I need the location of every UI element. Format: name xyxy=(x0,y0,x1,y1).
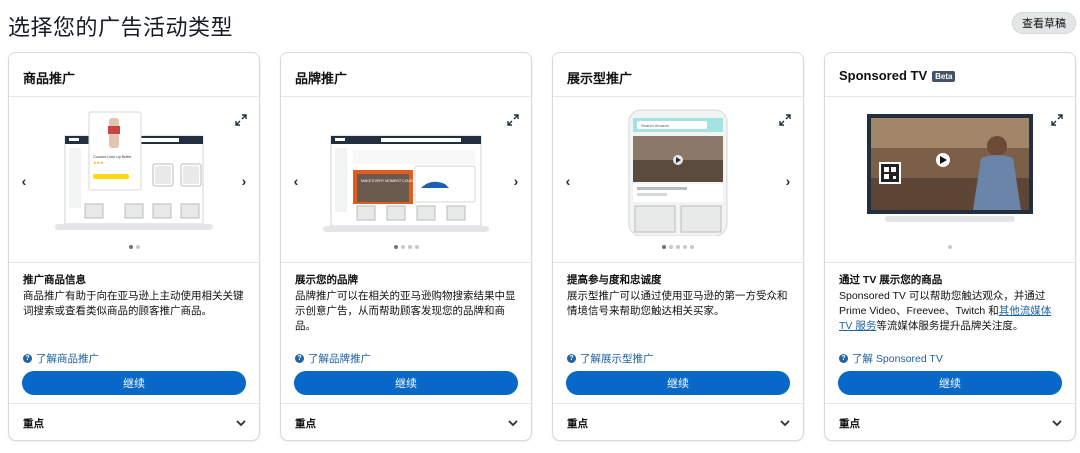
highlights-label: 重点 xyxy=(839,417,860,430)
card-description: 品牌推广可以在相关的亚马逊购物搜索结果中显示创意广告，从而帮助顾客发现您的品牌和… xyxy=(295,290,516,332)
expand-icon[interactable] xyxy=(507,114,519,126)
learn-more-label: 了解品牌推广 xyxy=(308,353,371,365)
laptop-illustration: MAKE EVERY MOMENT COUNT xyxy=(323,135,489,232)
chevron-left-icon[interactable]: ‹ xyxy=(289,172,303,190)
laptop-illustration: Coconut Lime Lip Butter ★★★ xyxy=(55,111,213,230)
highlights-label: 重点 xyxy=(23,417,44,430)
chevron-down-icon[interactable] xyxy=(779,417,791,429)
chevron-down-icon[interactable] xyxy=(507,417,519,429)
chevron-down-icon[interactable] xyxy=(235,417,247,429)
carousel-dot[interactable] xyxy=(662,245,666,249)
card-title: 品牌推广 xyxy=(295,71,348,86)
carousel-dot[interactable] xyxy=(948,245,952,249)
card-header: 商品推广 xyxy=(9,53,259,97)
help-circle-icon: ? xyxy=(23,354,32,363)
card-header: 展示型推广 xyxy=(553,53,803,97)
learn-more-link[interactable]: ? 了解品牌推广 xyxy=(295,351,371,366)
carousel-dot[interactable] xyxy=(135,245,140,249)
highlights-expander[interactable]: 重点 xyxy=(553,403,803,440)
campaign-card-sponsored-display: 展示型推广 ‹ › Search Amazon 提高参与度和忠诚度 展示型推广可… xyxy=(552,52,804,441)
page-title: 选择您的广告活动类型 xyxy=(8,15,234,40)
phone-illustration: Search Amazon xyxy=(628,109,728,236)
card-description: 展示型推广可以通过使用亚马逊的第一方受众和情境信号来帮助您触达相关买家。 xyxy=(567,290,788,317)
chevron-right-icon[interactable]: › xyxy=(509,172,523,190)
learn-more-label: 了解商品推广 xyxy=(36,353,99,365)
learn-more-link[interactable]: ? 了解商品推广 xyxy=(23,351,99,366)
campaign-card-sponsored-tv: Sponsored TV Beta 通过 TV 展示您的商品 Sponsored… xyxy=(824,52,1076,441)
carousel-dot[interactable] xyxy=(669,245,673,249)
learn-more-label: 了解展示型推广 xyxy=(580,353,654,365)
svg-text:★★★: ★★★ xyxy=(93,160,104,165)
carousel-dot[interactable] xyxy=(676,245,680,249)
card-header: 品牌推广 xyxy=(281,53,531,97)
continue-button[interactable]: 继续 xyxy=(566,371,790,395)
view-drafts-button[interactable]: 查看草稿 xyxy=(1012,12,1076,34)
card-subtitle: 通过 TV 展示您的商品 xyxy=(839,274,943,286)
card-title: 展示型推广 xyxy=(567,71,633,86)
highlights-label: 重点 xyxy=(295,417,316,430)
carousel-dots xyxy=(9,245,259,249)
image-carousel: ‹ › Coconut Lime Lip Butter ★★★ xyxy=(9,98,259,262)
expand-icon[interactable] xyxy=(1051,114,1063,126)
svg-text:Coconut Lime Lip Butter: Coconut Lime Lip Butter xyxy=(93,155,132,159)
help-circle-icon: ? xyxy=(567,354,576,363)
help-circle-icon: ? xyxy=(839,354,848,363)
beta-badge: Beta xyxy=(932,71,956,82)
carousel-dot[interactable] xyxy=(690,245,694,249)
carousel-dot[interactable] xyxy=(393,245,398,249)
campaign-card-sponsored-products: 商品推广 ‹ › Coconut Lime Lip Butter ★★★ 推广商… xyxy=(8,52,260,441)
campaign-card-sponsored-brands: 品牌推广 ‹ › MAKE EVERY MOMENT COUNT 展示您的品牌 … xyxy=(280,52,532,441)
continue-button[interactable]: 继续 xyxy=(22,371,246,395)
tv-illustration xyxy=(867,114,1033,222)
learn-more-link[interactable]: ? 了解展示型推广 xyxy=(567,351,654,366)
continue-button[interactable]: 继续 xyxy=(838,371,1062,395)
carousel-dot[interactable] xyxy=(407,245,412,249)
highlights-expander[interactable]: 重点 xyxy=(9,403,259,440)
chevron-down-icon[interactable] xyxy=(1051,417,1063,429)
svg-text:Search Amazon: Search Amazon xyxy=(641,123,669,128)
chevron-left-icon[interactable]: ‹ xyxy=(561,172,575,190)
card-subtitle: 展示您的品牌 xyxy=(295,274,358,286)
highlights-expander[interactable]: 重点 xyxy=(825,403,1075,440)
expand-icon[interactable] xyxy=(779,114,791,126)
carousel-dots xyxy=(825,245,1075,249)
carousel-dot[interactable] xyxy=(414,245,419,249)
card-title: Sponsored TV xyxy=(839,68,928,83)
learn-more-label: 了解 Sponsored TV xyxy=(852,353,943,365)
learn-more-link[interactable]: ? 了解 Sponsored TV xyxy=(839,351,943,366)
highlights-expander[interactable]: 重点 xyxy=(281,403,531,440)
image-carousel: ‹ › Search Amazon xyxy=(553,98,803,262)
highlights-label: 重点 xyxy=(567,417,588,430)
expand-icon[interactable] xyxy=(235,114,247,126)
card-description: 商品推广有助于向在亚马逊上主动使用相关关键词搜索或查看类似商品的顾客推广商品。 xyxy=(23,290,244,317)
card-subtitle: 提高参与度和忠诚度 xyxy=(567,274,662,286)
continue-button[interactable]: 继续 xyxy=(294,371,518,395)
help-circle-icon: ? xyxy=(295,354,304,363)
image-carousel xyxy=(825,98,1075,262)
carousel-dot[interactable] xyxy=(400,245,405,249)
card-subtitle: 推广商品信息 xyxy=(23,274,86,286)
carousel-dots xyxy=(281,245,531,249)
card-description: Sponsored TV 可以帮助您触达观众，并通过 Prime Video、F… xyxy=(839,289,1065,334)
carousel-dots xyxy=(553,245,803,249)
card-title: 商品推广 xyxy=(23,71,76,86)
desc-text: 等流媒体服务提升品牌关注度。 xyxy=(876,320,1024,332)
image-carousel: ‹ › MAKE EVERY MOMENT COUNT xyxy=(281,98,531,262)
chevron-right-icon[interactable]: › xyxy=(237,172,251,190)
chevron-left-icon[interactable]: ‹ xyxy=(17,172,31,190)
carousel-dot[interactable] xyxy=(683,245,687,249)
card-header: Sponsored TV Beta xyxy=(825,53,1075,97)
svg-text:MAKE EVERY MOMENT COUNT: MAKE EVERY MOMENT COUNT xyxy=(361,179,416,183)
chevron-right-icon[interactable]: › xyxy=(781,172,795,190)
carousel-dot[interactable] xyxy=(128,245,133,249)
